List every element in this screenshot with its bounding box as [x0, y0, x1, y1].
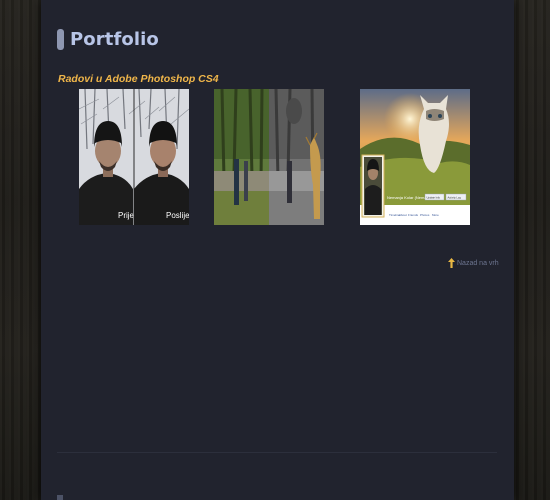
fb-tab-more: More [432, 213, 439, 217]
title-accent-bar [57, 28, 64, 50]
facebook-cover-image: Nemanja Kolar (Nema) Update Info Activit… [360, 89, 470, 225]
main-content: Portfolio Radovi u Adobe Photoshop CS4 P… [41, 0, 514, 500]
portfolio-thumbnail-park[interactable] [214, 89, 324, 225]
section-title: Radovi u Adobe Photoshop CS4 [58, 73, 219, 85]
before-label: Prije [118, 211, 135, 220]
fb-tab-friends: Friends [408, 213, 419, 217]
fb-tab-about: About [399, 213, 407, 217]
background-left-panel [0, 0, 41, 500]
portfolio-thumbnail-before-after[interactable]: Prije Poslije [79, 89, 189, 225]
after-label: Poslije [166, 211, 189, 220]
footer-divider [57, 452, 497, 453]
activity-log-button-text: Activity Log [448, 196, 462, 200]
park-manipulation-image [214, 89, 324, 225]
fb-tab-photos: Photos [420, 213, 430, 217]
before-after-portrait-image: Prije Poslije [79, 89, 189, 225]
background-right-panel [514, 0, 550, 500]
profile-name: Nemanja Kolar (Nema) [387, 195, 429, 200]
footer-marker [57, 495, 63, 500]
back-to-top-label: Nazad na vrh [457, 259, 499, 267]
back-to-top-link[interactable]: Nazad na vrh [448, 258, 499, 268]
update-info-button-text: Update Info [427, 196, 441, 200]
up-arrow-icon [448, 258, 455, 268]
portfolio-thumbnail-facebook-cover[interactable]: Nemanja Kolar (Nema) Update Info Activit… [360, 89, 470, 225]
page-header: Portfolio [57, 26, 159, 52]
page-title: Portfolio [70, 28, 159, 50]
